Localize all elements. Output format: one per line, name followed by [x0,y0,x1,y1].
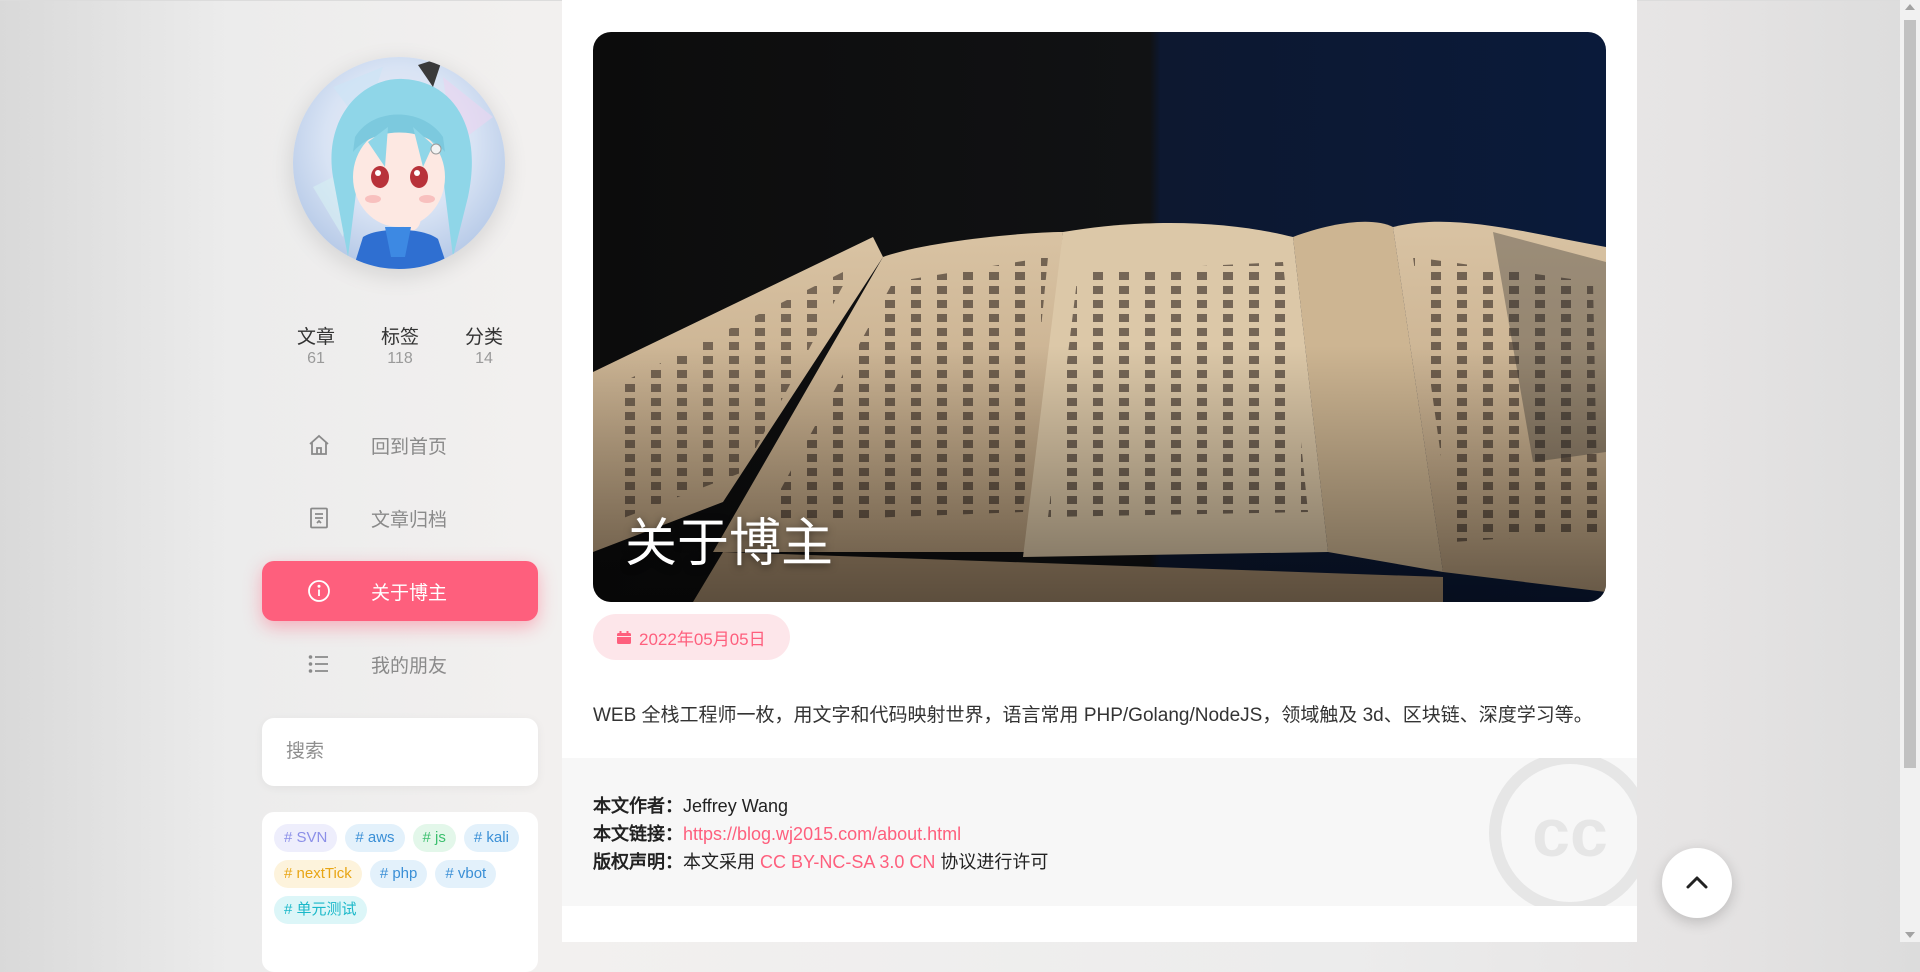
scroll-up-arrow[interactable] [1905,4,1915,10]
list-icon [307,652,331,676]
author-line: 本文作者：Jeffrey Wang [593,792,788,818]
search-input[interactable] [262,718,540,786]
scrollbar[interactable] [1900,0,1920,942]
home-icon [307,433,331,457]
article-card: 关于博主 2022年05月05日 WEB 全栈工程师一枚，用文字和代码映射世界，… [562,0,1637,942]
svg-text:cc: cc [1532,795,1608,871]
search-box [262,718,540,786]
tag-list: # SVN # aws # js # kali # nextTick # php # vbo… [274,824,526,924]
tag-cloud: # SVN # aws # js # kali # nextTick # php # vbo… [262,812,538,972]
nav-label: 回到首页 [371,436,448,458]
nav-item-about[interactable]: 关于博主 [262,561,538,621]
stat-label: 标签 [380,327,419,348]
stat-articles[interactable]: 文章 61 [295,322,337,368]
stats: 文章 61 标签 118 分类 14 [262,322,538,368]
tag-item[interactable]: # 单元测试 [274,896,367,924]
nav-label: 关于博主 [371,582,448,604]
avatar-illustration [313,57,493,269]
tag-item[interactable]: # kali [463,824,519,852]
stat-label: 分类 [464,327,503,348]
tag-item[interactable]: # vbot [435,860,497,888]
copyright-box: cc 本文作者：Jeffrey Wang 本文链接：https://blog.w… [562,758,1637,906]
stat-label: 文章 [296,327,335,348]
license-line: 版权声明：本文采用 CC BY-NC-SA 3.0 CN 协议进行许可 [593,848,1048,874]
tag-item[interactable]: # php [369,860,428,888]
author-label: 本文作者： [593,796,683,816]
stat-value: 118 [387,350,413,367]
tag-item[interactable]: # nextTick [274,860,362,888]
author-name: Jeffrey Wang [683,796,789,816]
license-label: 版权声明： [593,852,683,872]
nav-label: 我的朋友 [371,655,448,677]
sidebar: 文章 61 标签 118 分类 14 回到首页 文章归档 关于博主 我的朋友 搜… [262,0,540,972]
avatar[interactable] [293,57,505,269]
date-badge: 2022年05月05日 [593,614,790,660]
post-date: 2022年05月05日 [639,629,766,649]
scroll-thumb[interactable] [1904,20,1916,768]
nav-item-home[interactable]: 回到首页 [262,415,538,475]
tag-item[interactable]: # js [412,824,456,852]
sidebar-nav: 回到首页 文章归档 关于博主 我的朋友 [262,415,538,707]
stat-tags[interactable]: 标签 118 [379,322,421,368]
link-label: 本文链接： [593,824,683,844]
article-intro: WEB 全栈工程师一枚，用文字和代码映射世界，语言常用 PHP/Golang/N… [593,705,1593,726]
chevron-up-icon [1686,876,1708,889]
scroll-down-arrow[interactable] [1905,932,1915,938]
calendar-icon [617,630,631,644]
tag-item[interactable]: # aws [345,824,405,852]
archive-icon [307,506,331,530]
nav-label: 文章归档 [371,509,448,531]
back-to-top-button[interactable] [1662,848,1732,918]
stat-value: 14 [475,350,493,367]
link-line: 本文链接：https://blog.wj2015.com/about.html [593,820,961,846]
info-icon [307,579,331,603]
license-link[interactable]: CC BY-NC-SA 3.0 CN [760,852,935,872]
article-link[interactable]: https://blog.wj2015.com/about.html [683,824,961,844]
page-title: 关于博主 [625,515,834,573]
cc-license-icon: cc [1489,758,1637,906]
license-suffix: 协议进行许可 [935,852,1049,872]
license-prefix: 本文采用 [683,852,761,872]
hero-image: 关于博主 [593,32,1606,602]
tag-item[interactable]: # SVN [274,824,338,852]
nav-item-archive[interactable]: 文章归档 [262,488,538,548]
stat-value: 61 [307,350,325,367]
stat-categories[interactable]: 分类 14 [463,322,505,368]
nav-item-friends[interactable]: 我的朋友 [262,634,538,694]
